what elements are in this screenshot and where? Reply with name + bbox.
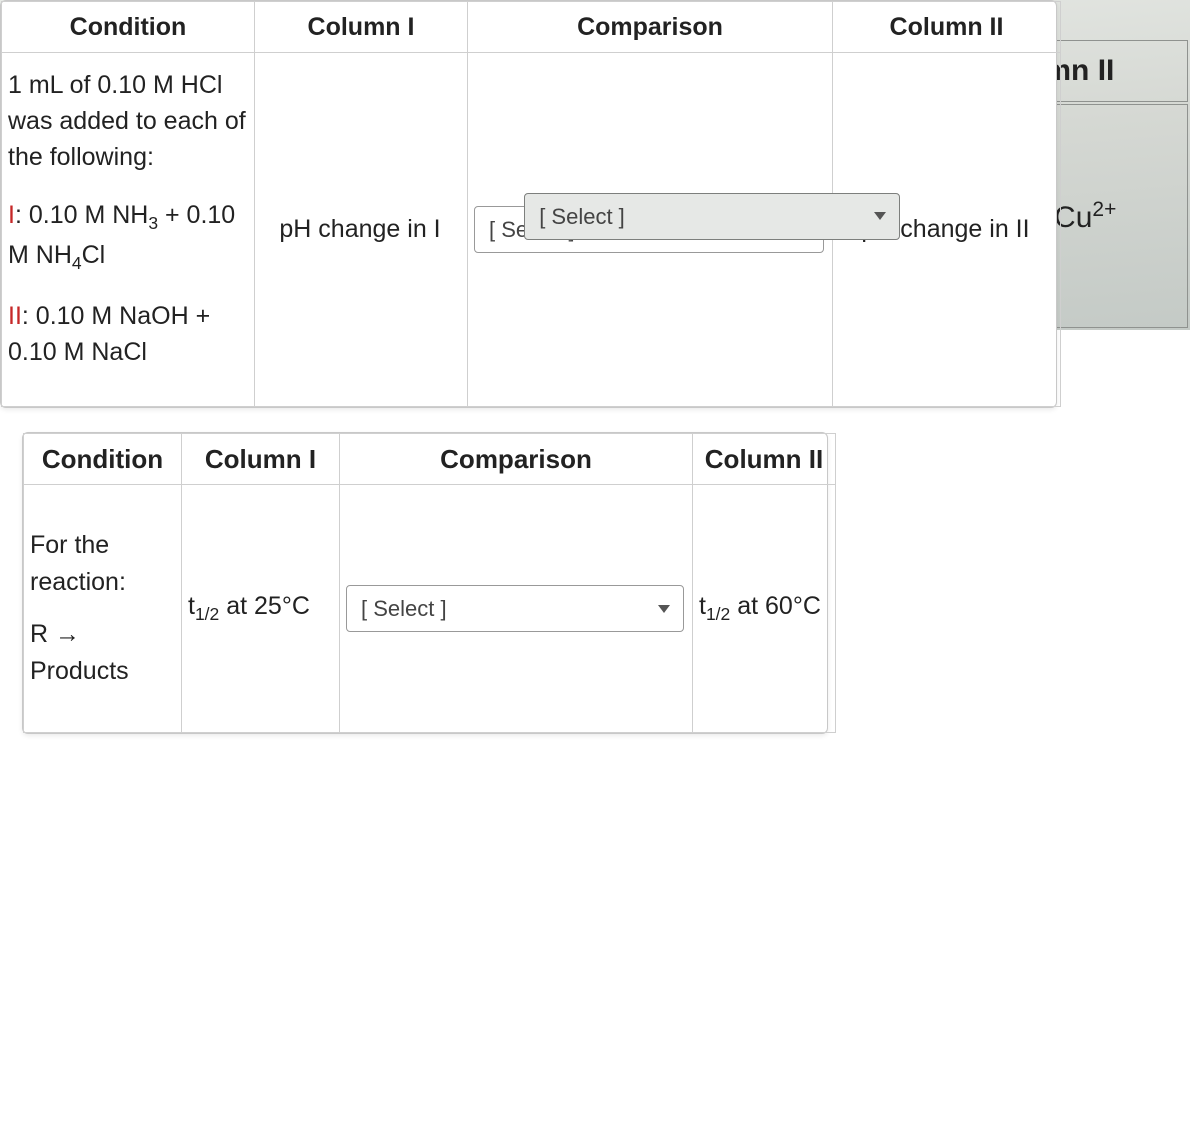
comparison-select[interactable]: [ Select ] <box>346 585 684 632</box>
header-condition: Condition <box>2 2 255 53</box>
header-column-2: Column II <box>693 434 836 485</box>
condition-cell: 1 mL of 0.10 M HCl was added to each of … <box>2 53 255 407</box>
header-comparison: Comparison <box>340 434 693 485</box>
column-1-cell: t1/2 at 25°C <box>182 485 340 733</box>
condition-case-1: I: 0.10 M NH3 + 0.10 M NH4Cl <box>8 197 246 276</box>
reaction-line: R → Products <box>30 616 173 691</box>
comparison-table-2: Condition Column I Comparison Column II … <box>22 432 828 734</box>
header-condition: Condition <box>24 434 182 485</box>
condition-case-2: II: 0.10 M NaOH + 0.10 M NaCl <box>8 298 246 371</box>
comparison-select[interactable]: [ Select ] <box>524 193 900 240</box>
header-column-2: Column II <box>833 2 1061 53</box>
comparison-cell: [ Select ] <box>340 485 693 733</box>
column-1-cell: pH change in I <box>255 53 468 407</box>
header-column-1: Column I <box>255 2 468 53</box>
column-2-cell: t1/2 at 60°C <box>693 485 836 733</box>
header-column-1: Column I <box>182 434 340 485</box>
header-comparison: Comparison <box>468 2 833 53</box>
condition-cell: For the reaction: R → Products <box>24 485 182 733</box>
select-wrap: [ Select ] <box>524 193 900 240</box>
select-wrap: [ Select ] <box>346 585 684 632</box>
condition-intro: 1 mL of 0.10 M HCl was added to each of … <box>8 67 246 176</box>
